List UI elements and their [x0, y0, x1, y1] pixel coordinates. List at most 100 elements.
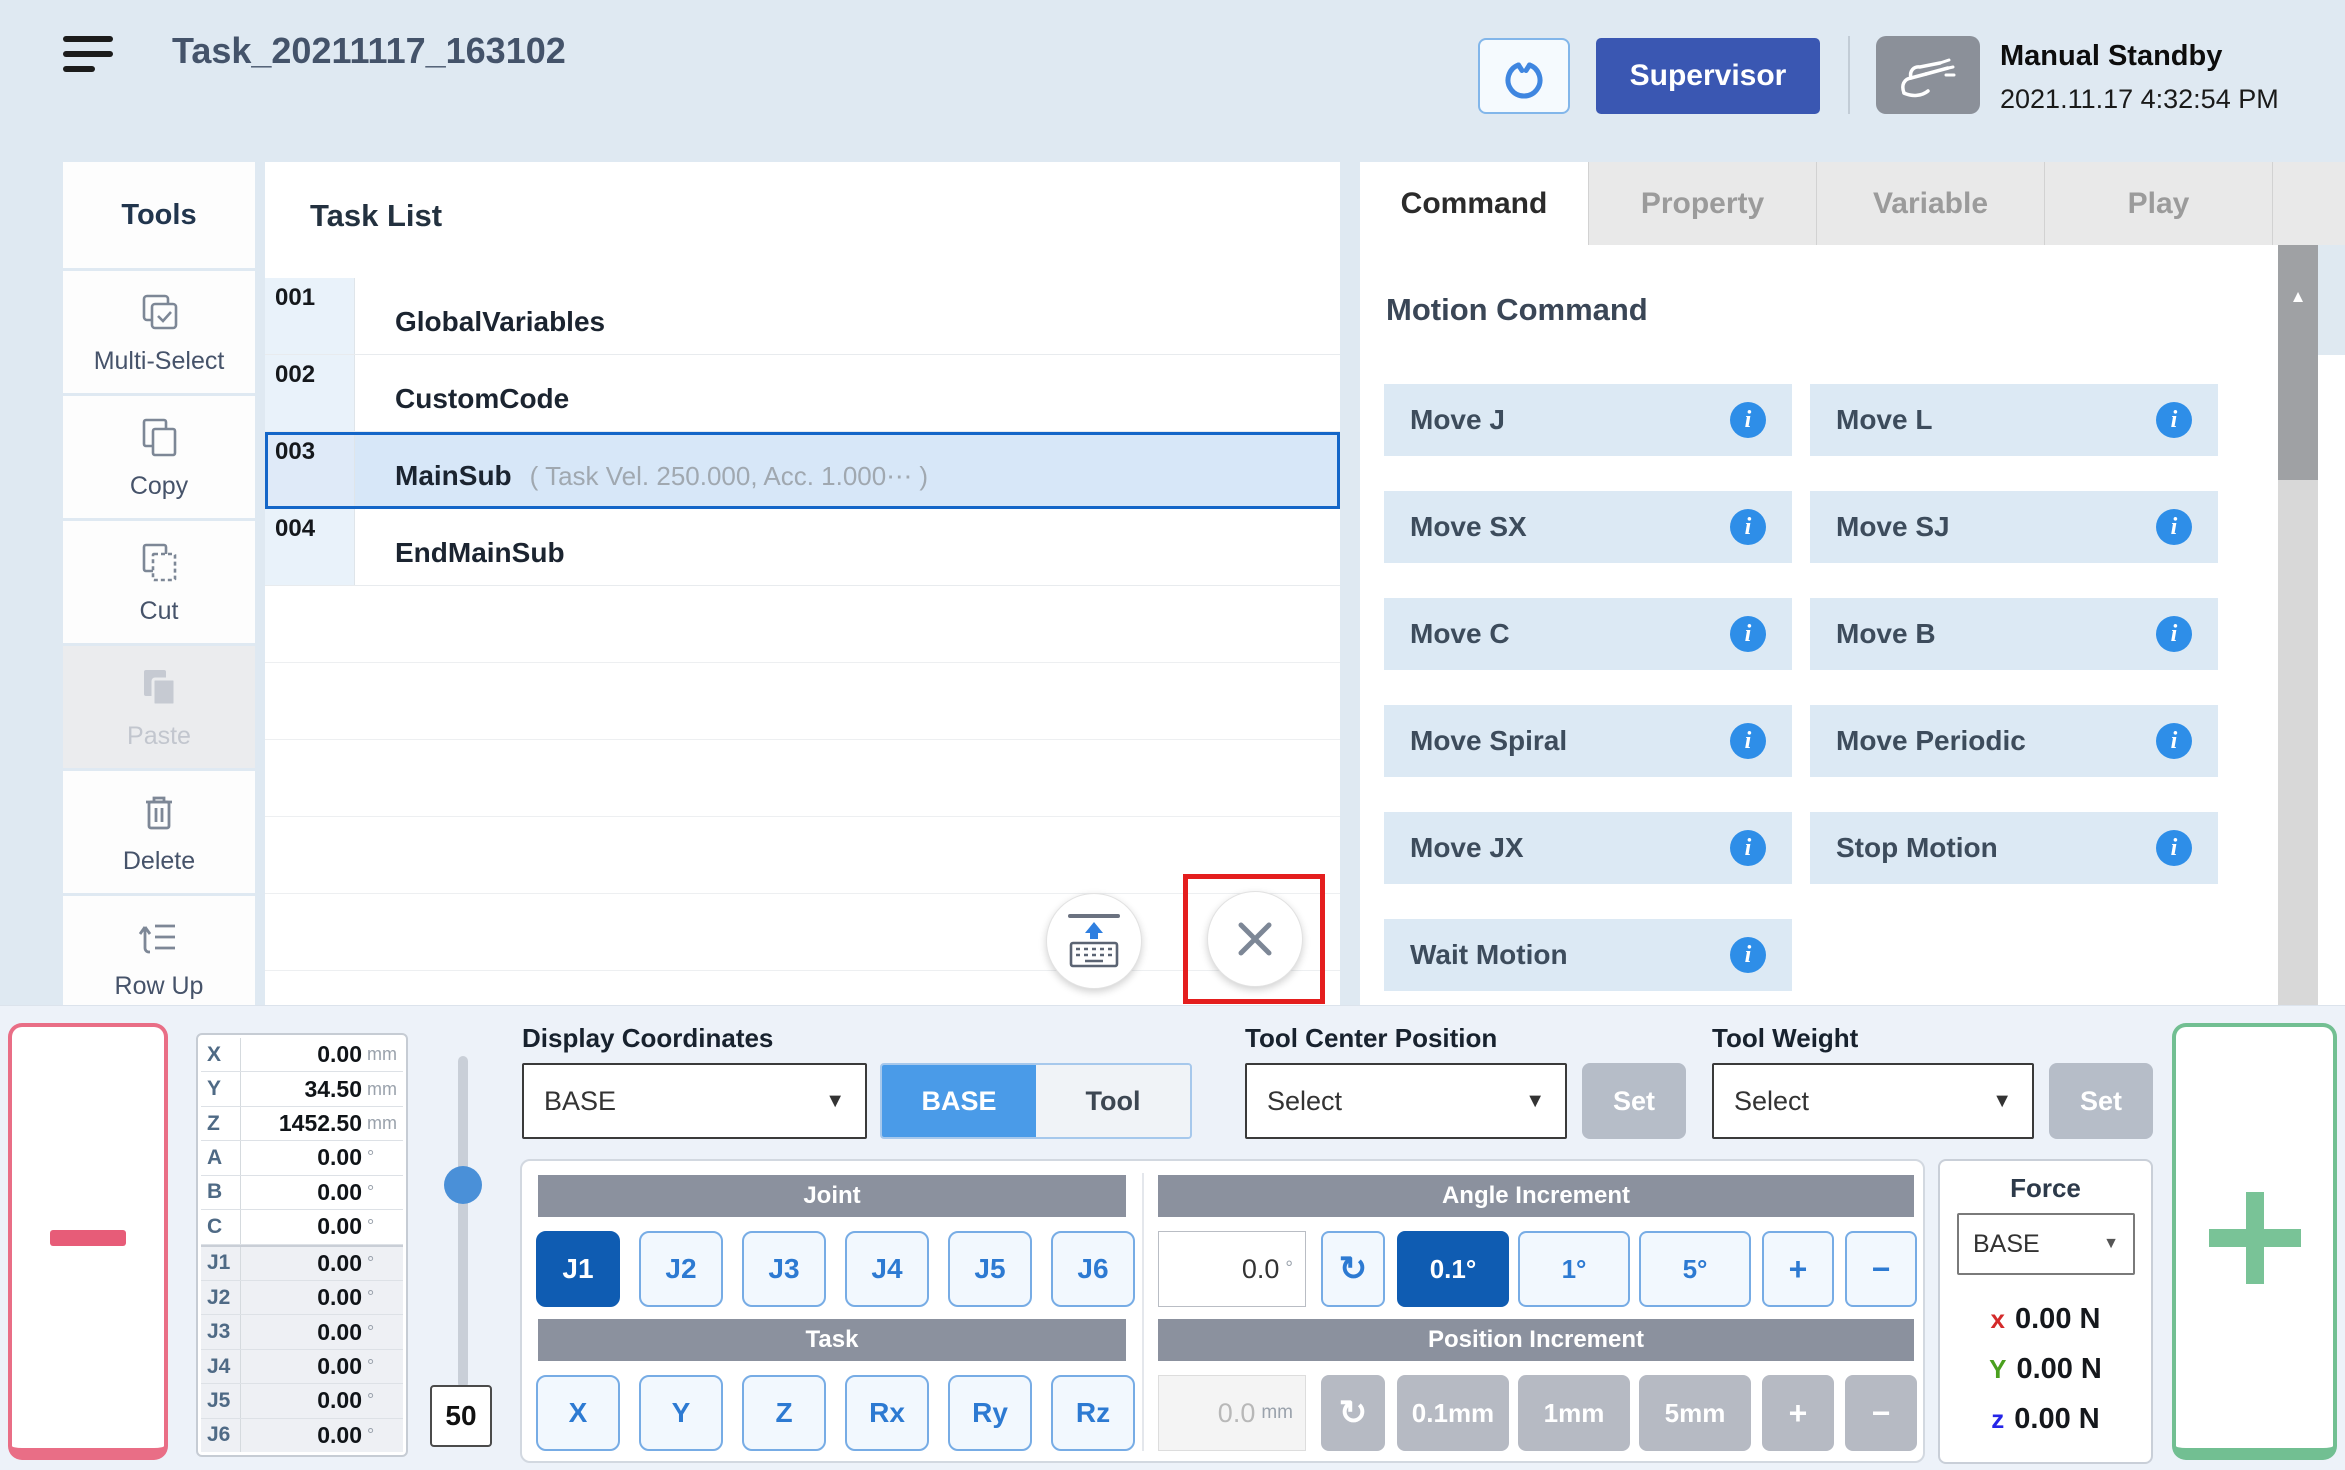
tools-item-row-up[interactable]: Row Up — [63, 896, 255, 1005]
move-j-button[interactable]: Move J i — [1384, 384, 1792, 456]
task-row[interactable]: 004 EndMainSub — [265, 509, 1340, 586]
jog-rx-button[interactable]: Rx — [845, 1375, 929, 1451]
jog-j1-button[interactable]: J1 — [536, 1231, 620, 1307]
display-coordinates-label: Display Coordinates — [522, 1023, 773, 1054]
jog-plus-button[interactable] — [2172, 1023, 2337, 1460]
toggle-base[interactable]: BASE — [882, 1065, 1036, 1137]
tab-variable[interactable]: Variable — [1816, 162, 2044, 245]
move-sx-button[interactable]: Move SX i — [1384, 491, 1792, 563]
gripper-icon — [1496, 48, 1552, 104]
stop-motion-button[interactable]: Stop Motion i — [1810, 812, 2218, 884]
reset-icon: ↻ — [1339, 1393, 1368, 1433]
info-icon[interactable]: i — [2156, 509, 2192, 545]
info-icon[interactable]: i — [2156, 616, 2192, 652]
jog-z-button[interactable]: Z — [742, 1375, 826, 1451]
position-option-1mm[interactable]: 1mm — [1518, 1375, 1630, 1451]
tab-play[interactable]: Play — [2044, 162, 2272, 245]
position-minus-button[interactable]: − — [1845, 1375, 1917, 1451]
angle-option-0.1[interactable]: 0.1° — [1397, 1231, 1509, 1307]
wait-motion-button[interactable]: Wait Motion i — [1384, 919, 1792, 991]
chevron-down-icon: ▼ — [1992, 1090, 2012, 1113]
angle-plus-button[interactable]: + — [1762, 1231, 1834, 1307]
display-coordinates-dropdown[interactable]: BASE ▼ — [522, 1063, 867, 1139]
move-spiral-button[interactable]: Move Spiral i — [1384, 705, 1792, 777]
tool-weight-set-button[interactable]: Set — [2049, 1063, 2153, 1139]
cut-icon — [135, 539, 183, 587]
tools-item-paste[interactable]: Paste — [63, 646, 255, 768]
jog-j5-button[interactable]: J5 — [948, 1231, 1032, 1307]
tools-item-delete[interactable]: Delete — [63, 771, 255, 893]
tools-item-cut[interactable]: Cut — [63, 521, 255, 643]
tab-bar-corner — [2272, 162, 2345, 245]
info-icon[interactable]: i — [1730, 509, 1766, 545]
jog-rz-button[interactable]: Rz — [1051, 1375, 1135, 1451]
info-icon[interactable]: i — [2156, 723, 2192, 759]
tools-item-copy[interactable]: Copy — [63, 396, 255, 518]
jog-minus-button[interactable] — [8, 1023, 168, 1460]
jog-j4-button[interactable]: J4 — [845, 1231, 929, 1307]
toggle-tool[interactable]: Tool — [1036, 1065, 1190, 1137]
force-frame-dropdown[interactable]: BASE ▼ — [1957, 1213, 2135, 1275]
info-icon[interactable]: i — [1730, 616, 1766, 652]
supervisor-button[interactable]: Supervisor — [1596, 38, 1820, 114]
jog-j3-button[interactable]: J3 — [742, 1231, 826, 1307]
angle-increment-input[interactable]: 0.0 ° — [1158, 1231, 1306, 1307]
tab-command[interactable]: Command — [1360, 162, 1588, 245]
row-up-icon — [135, 914, 183, 962]
position-option-5mm[interactable]: 5mm — [1639, 1375, 1751, 1451]
gripper-button[interactable] — [1478, 38, 1570, 114]
speed-value-input[interactable]: 50 — [430, 1385, 492, 1447]
scrollbar-track[interactable]: ▲ — [2278, 245, 2318, 1005]
jog-y-button[interactable]: Y — [639, 1375, 723, 1451]
speed-slider-track[interactable] — [458, 1056, 468, 1388]
speed-slider-handle[interactable] — [444, 1166, 482, 1204]
info-icon[interactable]: i — [2156, 830, 2192, 866]
move-jx-button[interactable]: Move JX i — [1384, 812, 1792, 884]
info-icon[interactable]: i — [1730, 937, 1766, 973]
delete-icon — [135, 789, 183, 837]
force-y-row: Y 0.00 N — [1940, 1353, 2151, 1386]
position-option-0.1mm[interactable]: 0.1mm — [1397, 1375, 1509, 1451]
position-reset-button[interactable]: ↻ — [1321, 1375, 1385, 1451]
scrollbar-thumb[interactable]: ▲ — [2278, 245, 2318, 480]
tools-item-multi-select[interactable]: Multi-Select — [63, 271, 255, 393]
angle-minus-button[interactable]: − — [1845, 1231, 1917, 1307]
tool-center-position-dropdown[interactable]: Select ▼ — [1245, 1063, 1567, 1139]
position-plus-button[interactable]: + — [1762, 1375, 1834, 1451]
angle-reset-button[interactable]: ↻ — [1321, 1231, 1385, 1307]
task-row-selected[interactable]: 003 MainSub ( Task Vel. 250.000, Acc. 1.… — [265, 432, 1340, 509]
info-icon[interactable]: i — [1730, 723, 1766, 759]
angle-option-5[interactable]: 5° — [1639, 1231, 1751, 1307]
task-list-title: Task List — [310, 198, 442, 234]
position-increment-input[interactable]: 0.0 mm — [1158, 1375, 1306, 1451]
move-c-button[interactable]: Move C i — [1384, 598, 1792, 670]
info-icon[interactable]: i — [2156, 402, 2192, 438]
coord-row-x: X0.00mm — [201, 1038, 403, 1072]
tool-weight-dropdown[interactable]: Select ▼ — [1712, 1063, 2034, 1139]
move-b-button[interactable]: Move B i — [1810, 598, 2218, 670]
move-periodic-button[interactable]: Move Periodic i — [1810, 705, 2218, 777]
tool-center-position-set-button[interactable]: Set — [1582, 1063, 1686, 1139]
info-icon[interactable]: i — [1730, 402, 1766, 438]
robot-mode-button[interactable] — [1876, 36, 1980, 114]
jog-j2-button[interactable]: J2 — [639, 1231, 723, 1307]
base-tool-toggle: BASE Tool — [880, 1063, 1192, 1139]
coord-row-y: Y34.50mm — [201, 1072, 403, 1106]
task-list-rows: 001 GlobalVariables 002 CustomCode 003 M… — [265, 278, 1340, 971]
hamburger-menu-icon[interactable] — [63, 36, 113, 78]
jog-card: Joint J1 J2 J3 J4 J5 J6 Task X Y Z — [520, 1159, 1925, 1463]
task-row[interactable]: 001 GlobalVariables — [265, 278, 1340, 355]
tab-property[interactable]: Property — [1588, 162, 1816, 245]
jog-j6-button[interactable]: J6 — [1051, 1231, 1135, 1307]
move-l-button[interactable]: Move L i — [1810, 384, 2218, 456]
angle-option-1[interactable]: 1° — [1518, 1231, 1630, 1307]
coord-row-j1: J10.00° — [201, 1245, 403, 1281]
coord-row-j6: J60.00° — [201, 1419, 403, 1452]
info-icon[interactable]: i — [1730, 830, 1766, 866]
virtual-keyboard-button[interactable] — [1046, 893, 1142, 989]
tool-center-position-label: Tool Center Position — [1245, 1023, 1497, 1054]
jog-ry-button[interactable]: Ry — [948, 1375, 1032, 1451]
jog-x-button[interactable]: X — [536, 1375, 620, 1451]
task-row[interactable]: 002 CustomCode — [265, 355, 1340, 432]
move-sj-button[interactable]: Move SJ i — [1810, 491, 2218, 563]
